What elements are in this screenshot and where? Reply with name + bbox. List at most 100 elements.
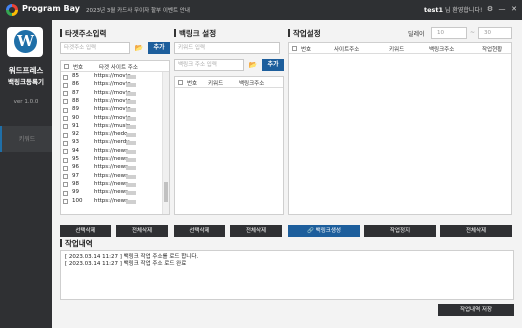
row-checkbox[interactable] bbox=[63, 174, 68, 180]
table-row[interactable]: 86 https://movie bbox=[61, 81, 161, 89]
row-checkbox[interactable] bbox=[63, 132, 68, 138]
row-url: https://news- bbox=[94, 180, 130, 187]
user-greeting: test1 님 환영합니다! bbox=[424, 5, 482, 14]
sidebar-item-label: 키워드 bbox=[18, 136, 36, 143]
row-checkbox[interactable] bbox=[63, 190, 68, 196]
log-line: [ 2023.03.14 11:27 ] 백링크 작업 주소를 로드 합니다. bbox=[65, 254, 199, 260]
row-checkbox[interactable] bbox=[63, 149, 68, 155]
row-number: 87 bbox=[72, 89, 79, 96]
redacted-text bbox=[126, 166, 136, 171]
job-delete-all-button[interactable]: 전체삭제 bbox=[440, 225, 512, 237]
backlink-delete-all-button[interactable]: 전체삭제 bbox=[230, 225, 282, 237]
job-list: 번호 사이트주소 키워드 백링크주소 작업현황 bbox=[288, 42, 512, 215]
table-row[interactable]: 89 https://movie bbox=[61, 106, 161, 114]
row-checkbox[interactable] bbox=[63, 99, 68, 105]
target-delete-all-button[interactable]: 전체삭제 bbox=[116, 225, 168, 237]
row-checkbox[interactable] bbox=[63, 91, 68, 97]
table-row[interactable]: 90 https://movie bbox=[61, 115, 161, 123]
row-checkbox[interactable] bbox=[63, 124, 68, 130]
header-target-url: 타겟 사이트 주소 bbox=[99, 65, 138, 71]
row-url: https://nerdv bbox=[94, 139, 130, 146]
settings-icon[interactable]: ⚙ bbox=[485, 4, 495, 15]
redacted-text bbox=[126, 133, 136, 138]
row-number: 91 bbox=[72, 122, 79, 129]
row-checkbox[interactable] bbox=[63, 182, 68, 188]
redacted-text bbox=[126, 83, 136, 88]
row-checkbox[interactable] bbox=[63, 157, 68, 163]
job-panel: 작업설정 딜레이 10 ~ 30 번호 사이트주소 키워드 백링크주소 작업현황… bbox=[288, 27, 516, 250]
row-checkbox[interactable] bbox=[63, 199, 68, 204]
row-url: https://news- bbox=[94, 147, 130, 154]
scrollbar-thumb[interactable] bbox=[164, 182, 168, 202]
redacted-text bbox=[126, 149, 136, 154]
job-list-header: 번호 사이트주소 키워드 백링크주소 작업현황 bbox=[289, 43, 511, 54]
job-panel-title: 작업설정 bbox=[288, 28, 321, 39]
log-title: 작업내역 bbox=[60, 238, 93, 249]
redacted-text bbox=[126, 182, 136, 187]
table-row[interactable]: 99 https://news. bbox=[61, 189, 161, 197]
delay-min-input[interactable]: 10 bbox=[431, 27, 467, 39]
minimize-button[interactable]: — bbox=[497, 4, 507, 15]
wordpress-icon: W bbox=[14, 30, 37, 53]
table-row[interactable]: 94 https://news- bbox=[61, 148, 161, 156]
table-row[interactable]: 85 https://movie bbox=[61, 73, 161, 81]
target-list-scrollbar[interactable] bbox=[162, 72, 169, 214]
table-row[interactable]: 91 https://musin bbox=[61, 123, 161, 131]
backlink-url-input[interactable]: 백링크 주소 입력 bbox=[174, 59, 244, 71]
row-checkbox[interactable] bbox=[63, 116, 68, 121]
table-row[interactable]: 88 https://movie bbox=[61, 98, 161, 106]
row-checkbox[interactable] bbox=[63, 165, 68, 171]
target-delete-selected-button[interactable]: 선택삭제 bbox=[60, 225, 111, 237]
target-add-button[interactable]: 추가 bbox=[148, 42, 170, 54]
header-number: 번호 bbox=[187, 81, 198, 87]
row-checkbox[interactable] bbox=[63, 107, 68, 113]
stop-job-button[interactable]: 작업정지 bbox=[364, 225, 436, 237]
backlink-delete-selected-button[interactable]: 선택삭제 bbox=[174, 225, 225, 237]
header-site-url: 사이트주소 bbox=[334, 47, 360, 53]
backlink-list: 번호 키워드 백링크주소 bbox=[174, 76, 284, 215]
table-row[interactable]: 92 https://hedo bbox=[61, 131, 161, 139]
notice-banner[interactable]: 2023년 3월 카드사 무이자 할부 이벤트 안내 bbox=[86, 6, 190, 14]
keyword-input[interactable]: 키워드 입력 bbox=[174, 42, 280, 54]
folder-icon[interactable]: 📂 bbox=[247, 59, 259, 71]
table-row[interactable]: 100 https://news bbox=[61, 198, 161, 206]
row-url: https://news. bbox=[94, 156, 130, 162]
header-backlink-url: 백링크주소 bbox=[239, 81, 265, 87]
row-checkbox[interactable] bbox=[63, 82, 68, 88]
row-checkbox[interactable] bbox=[63, 140, 68, 146]
select-all-checkbox[interactable] bbox=[64, 64, 69, 69]
title-bar: Program Bay 2023년 3월 카드사 무이자 할부 이벤트 안내 t… bbox=[0, 0, 522, 20]
table-row[interactable]: 98 https://news- bbox=[61, 181, 161, 189]
table-row[interactable]: 87 https://movie bbox=[61, 90, 161, 98]
folder-icon[interactable]: 📂 bbox=[133, 42, 145, 54]
table-row[interactable]: 95 https://news. bbox=[61, 156, 161, 164]
header-backlink-url: 백링크주소 bbox=[429, 47, 455, 53]
redacted-text bbox=[126, 91, 136, 96]
delay-max-input[interactable]: 30 bbox=[478, 27, 512, 39]
redacted-text bbox=[126, 199, 136, 204]
target-url-input[interactable]: 타겟주소 입력 bbox=[60, 42, 130, 54]
table-row[interactable]: 97 https://news. bbox=[61, 173, 161, 181]
row-number: 95 bbox=[72, 156, 79, 162]
redacted-text bbox=[126, 158, 136, 162]
redacted-text bbox=[126, 124, 136, 129]
close-button[interactable]: ✕ bbox=[509, 4, 519, 15]
row-url: https://news. bbox=[94, 189, 130, 196]
table-row[interactable]: 96 https://news. bbox=[61, 164, 161, 172]
select-all-checkbox[interactable] bbox=[292, 46, 297, 51]
target-panel: 타겟주소입력 타겟주소 입력 📂 추가 번호 타겟 사이트 주소 85 https… bbox=[60, 28, 172, 250]
backlink-add-button[interactable]: 추가 bbox=[262, 59, 284, 71]
wordpress-logo: W bbox=[7, 27, 43, 57]
sidebar-item-keyword[interactable]: 키워드 bbox=[0, 126, 52, 152]
select-all-checkbox[interactable] bbox=[178, 80, 183, 85]
log-line: [ 2023.03.14 11:27 ] 백링크 작업 주소 로드 완료 bbox=[65, 261, 187, 267]
row-url: https://hedo bbox=[94, 131, 128, 138]
save-log-button[interactable]: 작업내역 저장 bbox=[438, 304, 514, 316]
row-checkbox[interactable] bbox=[63, 74, 68, 80]
backlink-panel-title: 백링크 설정 bbox=[174, 28, 216, 39]
table-row[interactable]: 93 https://nerdv bbox=[61, 139, 161, 147]
row-number: 89 bbox=[72, 106, 79, 113]
create-backlink-button[interactable]: 🔗 백링크생성 bbox=[288, 225, 360, 237]
row-url: https://news. bbox=[94, 172, 130, 179]
user-name: test1 bbox=[424, 6, 444, 14]
